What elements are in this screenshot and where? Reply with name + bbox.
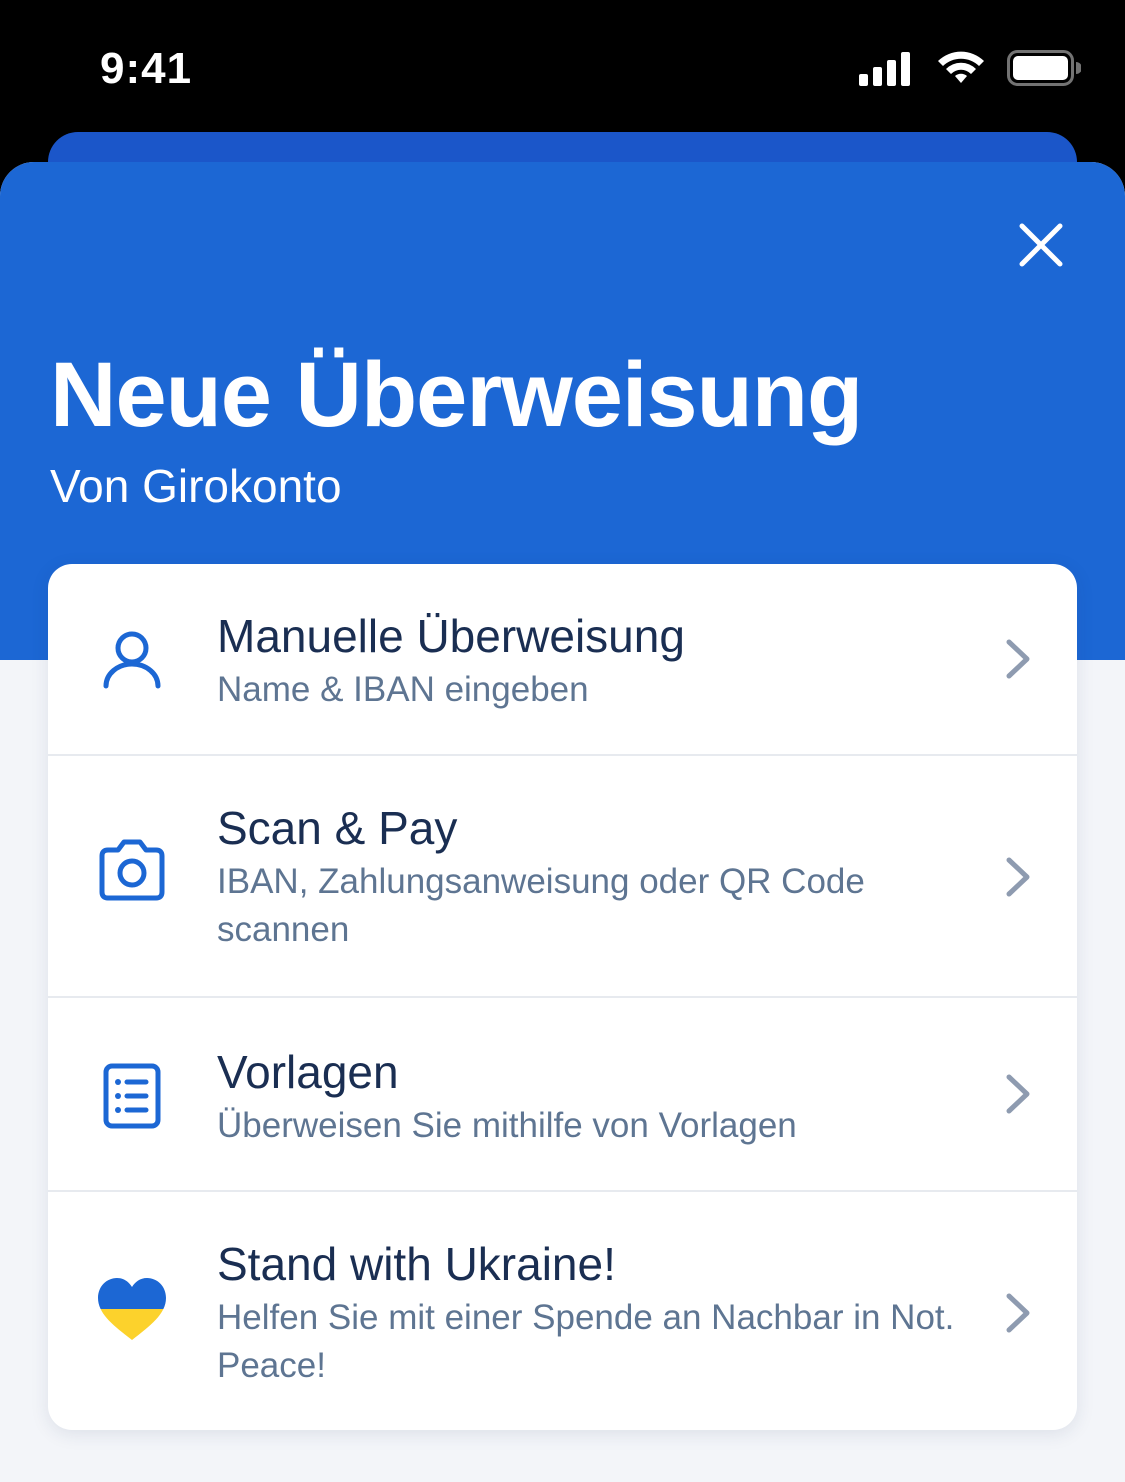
person-icon [103,631,161,689]
option-title: Stand with Ukraine! [217,1238,616,1290]
transfer-options-list: Manuelle Überweisung Name & IBAN eingebe… [48,564,1077,1430]
close-icon [1019,223,1063,267]
camera-icon [99,839,165,901]
close-button[interactable] [1010,214,1072,276]
status-bar: 9:41 [0,0,1125,132]
option-title: Vorlagen [217,1046,399,1098]
option-title: Manuelle Überweisung [217,610,685,662]
option-scan-and-pay[interactable]: Scan & Pay IBAN, Zahlungsanweisung oder … [48,756,1077,998]
transfer-sheet: Neue Überweisung Von Girokonto Manuelle … [0,162,1125,1482]
page-subtitle: Von Girokonto [50,460,342,512]
ukraine-heart-icon [98,1278,166,1340]
chevron-right-icon [1006,1293,1030,1333]
option-description: Helfen Sie mit einer Spende an Nachbar i… [217,1298,955,1385]
option-templates[interactable]: Vorlagen Überweisen Sie mithilfe von Vor… [48,998,1077,1192]
option-title: Scan & Pay [217,802,458,854]
option-description: Überweisen Sie mithilfe von Vorlagen [217,1106,797,1145]
chevron-right-icon [1006,1074,1030,1114]
option-stand-with-ukraine[interactable]: Stand with Ukraine! Helfen Sie mit einer… [48,1192,1077,1430]
chevron-right-icon [1006,639,1030,679]
option-description: Name & IBAN eingeben [217,670,589,709]
list-icon [103,1063,161,1129]
battery-icon [1007,50,1081,86]
status-time: 9:41 [100,44,193,93]
wifi-icon [938,51,984,83]
option-description: IBAN, Zahlungsanweisung oder QR Code sca… [217,862,865,949]
cellular-signal-icon [859,52,910,86]
option-manual-transfer[interactable]: Manuelle Überweisung Name & IBAN eingebe… [48,564,1077,756]
chevron-right-icon [1006,857,1030,897]
page-title: Neue Überweisung [50,344,863,446]
